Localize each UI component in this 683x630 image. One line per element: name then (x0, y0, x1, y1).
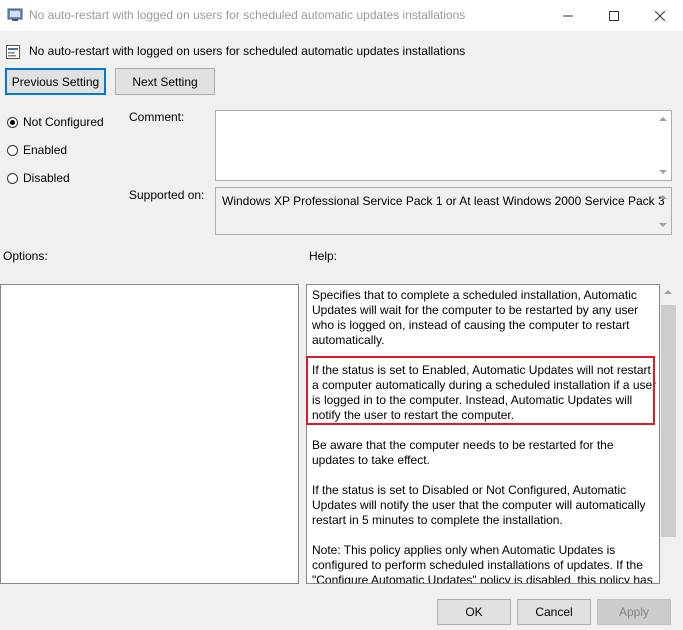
scroll-down-icon[interactable] (659, 223, 667, 227)
close-icon (655, 10, 665, 21)
window-title: No auto-restart with logged on users for… (29, 8, 466, 22)
scroll-down-icon[interactable] (659, 170, 667, 174)
radio-label: Disabled (23, 171, 70, 185)
radio-disabled[interactable]: Disabled (7, 171, 70, 185)
scroll-up-icon[interactable] (659, 117, 667, 121)
apply-button[interactable]: Apply (597, 599, 671, 625)
radio-enabled[interactable]: Enabled (7, 143, 67, 157)
maximize-button[interactable] (591, 0, 637, 31)
radio-indicator (7, 172, 18, 184)
policy-setting-icon (5, 44, 21, 60)
help-pane: Specifies that to complete a scheduled i… (306, 284, 660, 584)
comment-label: Comment: (129, 110, 185, 124)
help-text: Specifies that to complete a scheduled i… (312, 288, 657, 584)
comment-textarea[interactable] (215, 110, 672, 181)
help-paragraph: Be aware that the computer needs to be r… (312, 438, 614, 467)
supported-on-box: Windows XP Professional Service Pack 1 o… (215, 187, 672, 235)
radio-label: Enabled (23, 143, 68, 157)
supported-on-value: Windows XP Professional Service Pack 1 o… (222, 194, 665, 208)
setting-title: No auto-restart with logged on users for… (29, 44, 466, 58)
radio-not-configured[interactable]: Not Configured (7, 115, 104, 129)
help-label: Help: (309, 249, 338, 263)
highlight-annotation-box (306, 356, 655, 425)
radio-indicator (7, 144, 18, 156)
supported-scrollbar[interactable] (655, 188, 671, 234)
scroll-up-icon[interactable] (659, 195, 667, 199)
comment-scrollbar[interactable] (655, 111, 671, 180)
options-pane (0, 284, 299, 584)
supported-on-label: Supported on: (129, 188, 205, 202)
scroll-up-icon[interactable] (664, 290, 672, 294)
minimize-icon (563, 15, 573, 16)
options-label: Options: (3, 249, 48, 263)
previous-setting-button[interactable]: Previous Setting (5, 68, 106, 95)
radio-label: Not Configured (23, 115, 104, 129)
radio-selected-indicator (7, 116, 18, 128)
help-scrollbar-thumb[interactable] (661, 305, 676, 537)
cancel-button[interactable]: Cancel (517, 599, 591, 625)
ok-button[interactable]: OK (437, 599, 511, 625)
policy-app-icon (7, 8, 23, 22)
minimize-button[interactable] (545, 0, 591, 31)
help-paragraph: Specifies that to complete a scheduled i… (312, 288, 639, 347)
close-button[interactable] (637, 0, 683, 31)
maximize-icon (609, 10, 619, 21)
help-paragraph: If the status is set to Disabled or Not … (312, 483, 646, 527)
help-paragraph: Note: This policy applies only when Auto… (312, 543, 653, 584)
next-setting-button[interactable]: Next Setting (115, 68, 215, 95)
